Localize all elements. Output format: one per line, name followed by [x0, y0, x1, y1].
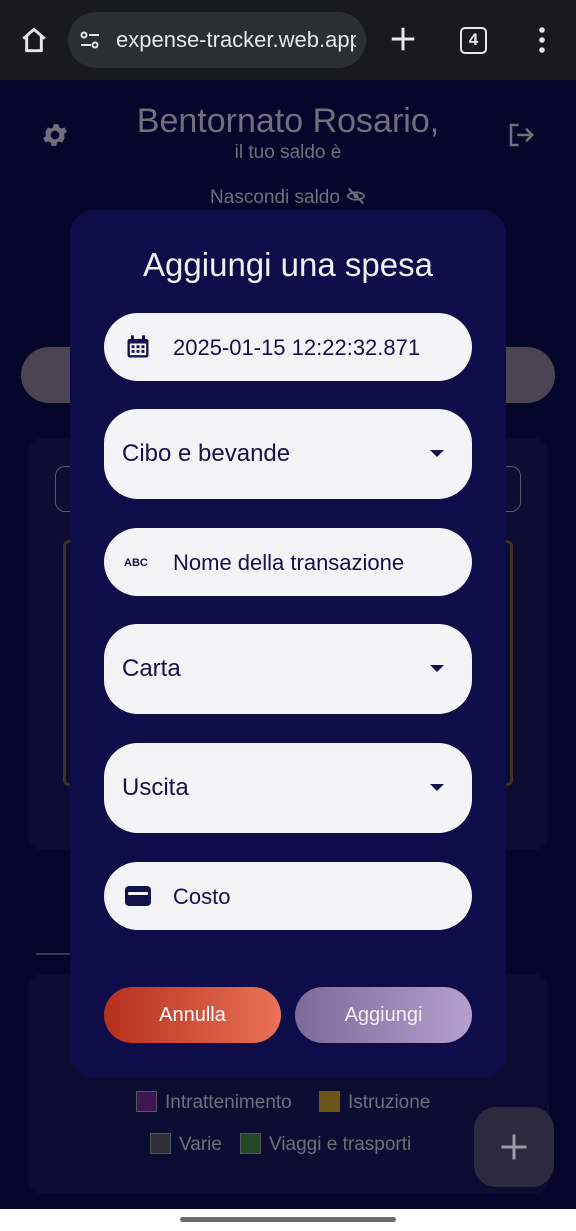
category-value: Cibo e bevande [122, 440, 291, 467]
add-button[interactable]: Aggiungi [295, 987, 472, 1043]
date-value: 2025-01-15 12:22:32.871 [173, 335, 421, 360]
browser-toolbar: expense-tracker.web.app 4 [0, 0, 576, 80]
legend-item: Istruzione [319, 1091, 430, 1114]
app-page: Bentornato Rosario, il tuo saldo è Nasco… [0, 80, 576, 1209]
cancel-button[interactable]: Annulla [104, 987, 281, 1043]
dialog-title: Aggiungi una spesa [143, 246, 433, 283]
chevron-down-icon [430, 665, 444, 672]
address-bar[interactable]: expense-tracker.web.app [68, 12, 366, 68]
legend-swatch [319, 1091, 340, 1112]
chevron-down-icon [430, 450, 444, 457]
abc-icon: ABC [124, 557, 148, 569]
legend-swatch [150, 1133, 171, 1154]
svg-text:ABC: ABC [124, 557, 148, 569]
legend-label: Istruzione [348, 1092, 431, 1113]
category-select[interactable]: Cibo e bevande [104, 409, 472, 499]
wallet-icon [125, 886, 151, 906]
tab-switcher-button[interactable]: 4 [460, 27, 487, 54]
gesture-handle[interactable] [180, 1217, 396, 1222]
legend-item: Viaggi e trasporti [240, 1133, 411, 1156]
hide-balance-label: Nascondi saldo [210, 187, 340, 208]
legend-label: Intrattenimento [165, 1092, 292, 1113]
legend-item: Varie [150, 1133, 222, 1156]
add-expense-dialog: Aggiungi una spesa 2025-01-15 12:22:32.8… [70, 210, 506, 1078]
home-icon[interactable] [18, 24, 50, 56]
eye-off-icon [346, 187, 366, 205]
legend-label: Varie [179, 1134, 222, 1155]
plus-icon [501, 1134, 527, 1160]
chevron-down-icon [430, 784, 444, 791]
balance-caption: il tuo saldo è [234, 142, 342, 163]
hide-balance-toggle[interactable]: Nascondi saldo [0, 186, 576, 209]
transaction-type-value: Uscita [122, 774, 189, 801]
transaction-name-placeholder: Nome della transazione [173, 550, 405, 575]
logout-icon[interactable] [506, 120, 536, 150]
cost-input[interactable]: Costo [104, 862, 472, 930]
plus-icon[interactable] [388, 24, 418, 54]
calendar-icon [127, 335, 149, 358]
tune-icon[interactable] [78, 28, 102, 52]
date-field[interactable]: 2025-01-15 12:22:32.871 [104, 313, 472, 381]
cost-placeholder: Costo [173, 884, 231, 909]
legend-swatch [240, 1133, 261, 1154]
url-text[interactable]: expense-tracker.web.app [116, 27, 356, 53]
add-expense-fab[interactable] [474, 1107, 554, 1187]
legend-swatch [136, 1091, 157, 1112]
transaction-type-select[interactable]: Uscita [104, 743, 472, 833]
greeting: Bentornato Rosario, [136, 102, 440, 140]
gesture-bar [0, 1209, 576, 1231]
more-vert-icon[interactable] [532, 26, 552, 54]
payment-method-value: Carta [122, 655, 181, 682]
transaction-name-input[interactable]: ABC Nome della transazione [104, 528, 472, 596]
legend-item: Intrattenimento [136, 1091, 292, 1114]
payment-method-select[interactable]: Carta [104, 624, 472, 714]
legend-label: Viaggi e trasporti [269, 1134, 412, 1155]
